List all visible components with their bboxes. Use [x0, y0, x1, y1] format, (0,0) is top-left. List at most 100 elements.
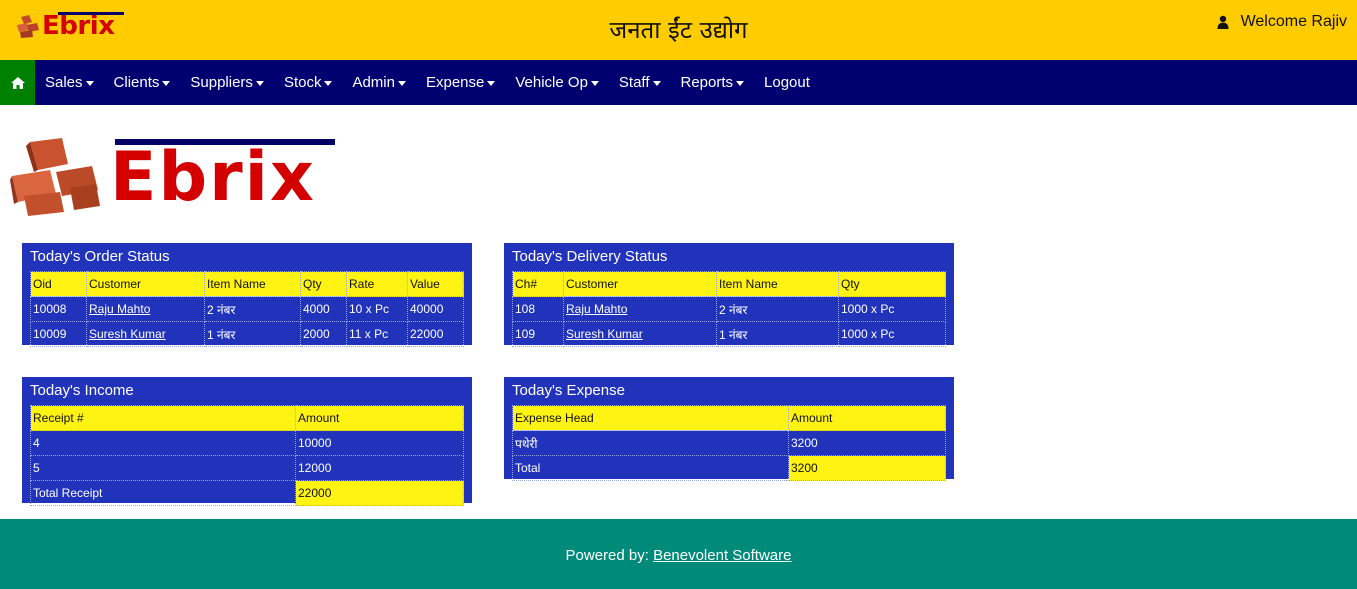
value: 22000	[407, 321, 464, 347]
nav-expense[interactable]: Expense	[416, 60, 505, 105]
delivery-status-title: Today's Delivery Status	[512, 248, 668, 265]
nav-expense-label: Expense	[425, 74, 485, 91]
nav-clients[interactable]: Clients	[104, 60, 181, 105]
caret-down-icon	[397, 81, 406, 86]
column-header: Item Name	[204, 271, 301, 297]
site-title: जनता ईंट उद्योग	[609, 16, 748, 44]
total-label: Total Receipt	[30, 480, 296, 506]
table-header-row: Receipt # Amount	[30, 405, 464, 431]
caret-down-icon	[255, 81, 264, 86]
welcome-text: Welcome Rajiv	[1240, 13, 1347, 30]
income-title: Today's Income	[30, 382, 134, 399]
nav-vehicle-op[interactable]: Vehicle Op	[505, 60, 609, 105]
column-header: Qty	[838, 271, 946, 297]
table-row: 108 Raju Mahto 2 नंबर 1000 x Pc	[512, 296, 946, 322]
nav-staff[interactable]: Staff	[609, 60, 671, 105]
customer-cell: Suresh Kumar	[563, 321, 717, 347]
nav-stock-label: Stock	[283, 74, 322, 91]
total-amount: 22000	[295, 480, 464, 506]
nav-clients-label: Clients	[113, 74, 160, 91]
table-row: 10008 Raju Mahto 2 नंबर 4000 10 x Pc 400…	[30, 296, 464, 322]
challan-number: 109	[512, 321, 564, 347]
item-name: 2 नंबर	[204, 296, 301, 322]
table-header-row: Expense Head Amount	[512, 405, 946, 431]
nav-staff-label: Staff	[618, 74, 650, 91]
column-header: Item Name	[716, 271, 839, 297]
nav-suppliers[interactable]: Suppliers	[180, 60, 274, 105]
nav-vehicle-op-label: Vehicle Op	[515, 74, 588, 91]
logo-text: Ebrix	[110, 138, 316, 217]
user-welcome[interactable]: Welcome Rajiv	[1217, 13, 1347, 31]
order-id: 10009	[30, 321, 87, 347]
income-panel: Today's Income Receipt # Amount 4 10000 …	[22, 377, 472, 506]
table-header-row: Ch# Customer Item Name Qty	[512, 271, 946, 297]
expense-panel: Today's Expense Expense Head Amount पथेर…	[504, 377, 954, 481]
delivery-status-table: Ch# Customer Item Name Qty 108 Raju Maht…	[512, 271, 946, 347]
column-header: Expense Head	[512, 405, 789, 431]
receipt-number: 5	[30, 455, 296, 481]
item-name: 2 नंबर	[716, 296, 839, 322]
total-row: Total 3200	[512, 455, 946, 481]
ebrix-logo: Ebrix	[10, 136, 340, 216]
caret-down-icon	[487, 81, 496, 86]
caret-down-icon	[652, 81, 661, 86]
column-header: Receipt #	[30, 405, 296, 431]
nav-reports-label: Reports	[680, 74, 734, 91]
table-row: 109 Suresh Kumar 1 नंबर 1000 x Pc	[512, 321, 946, 347]
nav-home-button[interactable]	[0, 60, 35, 105]
total-row: Total Receipt 22000	[30, 480, 464, 506]
column-header: Ch#	[512, 271, 564, 297]
challan-number: 108	[512, 296, 564, 322]
table-row: पथेरी 3200	[512, 430, 946, 456]
nav-admin-label: Admin	[352, 74, 395, 91]
nav-suppliers-label: Suppliers	[190, 74, 253, 91]
amount: 12000	[295, 455, 464, 481]
nav-admin[interactable]: Admin	[342, 60, 416, 105]
customer-link[interactable]: Raju Mahto	[566, 302, 627, 316]
table-row: 5 12000	[30, 455, 464, 481]
caret-down-icon	[590, 81, 599, 86]
footer-company-link[interactable]: Benevolent Software	[653, 547, 791, 564]
customer-link[interactable]: Raju Mahto	[89, 302, 150, 316]
caret-down-icon	[162, 81, 171, 86]
column-header: Oid	[30, 271, 87, 297]
customer-link[interactable]: Suresh Kumar	[566, 327, 643, 341]
caret-down-icon	[85, 81, 94, 86]
rate: 10 x Pc	[346, 296, 408, 322]
nav-stock[interactable]: Stock	[274, 60, 343, 105]
item-name: 1 नंबर	[716, 321, 839, 347]
qty: 2000	[300, 321, 347, 347]
column-header: Customer	[86, 271, 205, 297]
receipt-number: 4	[30, 430, 296, 456]
table-header-row: Oid Customer Item Name Qty Rate Value	[30, 271, 464, 297]
expense-title: Today's Expense	[512, 382, 625, 399]
customer-cell: Raju Mahto	[86, 296, 205, 322]
order-status-title: Today's Order Status	[30, 248, 170, 265]
column-header: Amount	[788, 405, 946, 431]
caret-down-icon	[736, 81, 745, 86]
nav-sales[interactable]: Sales	[35, 60, 104, 105]
column-header: Rate	[346, 271, 408, 297]
bricks-stack-icon	[10, 138, 100, 216]
footer-prefix: Powered by:	[565, 547, 654, 564]
nav-sales-label: Sales	[45, 74, 83, 91]
income-table: Receipt # Amount 4 10000 5 12000 Total R…	[30, 405, 464, 506]
expense-head: पथेरी	[512, 430, 789, 456]
total-amount: 3200	[788, 455, 946, 481]
footer: Powered by: Benevolent Software	[0, 519, 1357, 589]
customer-link[interactable]: Suresh Kumar	[89, 327, 166, 341]
table-row: 4 10000	[30, 430, 464, 456]
caret-down-icon	[324, 81, 333, 86]
top-header: Ebrix जनता ईंट उद्योग Welcome Rajiv	[0, 0, 1357, 60]
table-row: 10009 Suresh Kumar 1 नंबर 2000 11 x Pc 2…	[30, 321, 464, 347]
nav-reports[interactable]: Reports	[671, 60, 755, 105]
order-status-table: Oid Customer Item Name Qty Rate Value 10…	[30, 271, 464, 347]
column-header: Value	[407, 271, 464, 297]
main-nav: Sales Clients Suppliers Stock Admin Expe…	[0, 60, 1357, 105]
delivery-status-panel: Today's Delivery Status Ch# Customer Ite…	[504, 243, 954, 347]
home-icon	[10, 76, 25, 89]
qty: 4000	[300, 296, 347, 322]
nav-logout[interactable]: Logout	[754, 60, 820, 105]
nav-logout-label: Logout	[764, 74, 810, 91]
item-name: 1 नंबर	[204, 321, 301, 347]
